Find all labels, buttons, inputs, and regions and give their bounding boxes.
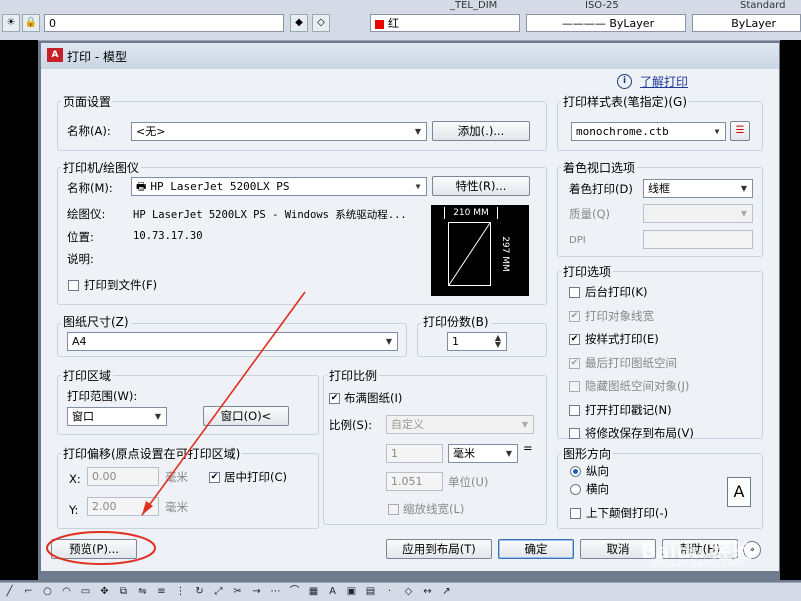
plot-option-checkbox[interactable]: ✔: [569, 334, 580, 345]
plot-option-label: 后台打印(K): [585, 285, 648, 299]
plot-option-checkbox[interactable]: [569, 428, 580, 439]
plot-option-label: 最后打印图纸空间: [585, 355, 677, 370]
plot-option-checkbox[interactable]: [569, 381, 580, 392]
red-annotation: [46, 291, 306, 565]
annotation-arrow-line: [141, 291, 306, 516]
plot-option-label: 隐藏图纸空间对象(J): [585, 379, 690, 393]
annotation-circle: [46, 531, 156, 565]
plot-option-label: 将修改保存到布局(V): [585, 426, 694, 440]
plot-option-label: 按样式打印(E): [585, 332, 659, 346]
plot-option-checkbox[interactable]: [569, 404, 580, 416]
plot-option-checkbox[interactable]: ✔: [569, 310, 580, 322]
plot-option-label: 打开打印戳记(N): [585, 402, 672, 417]
plot-option-checkbox[interactable]: ✔: [569, 357, 580, 369]
plot-option-label: 打印对象线宽: [585, 308, 654, 323]
plot-option-checkbox[interactable]: [569, 287, 580, 298]
